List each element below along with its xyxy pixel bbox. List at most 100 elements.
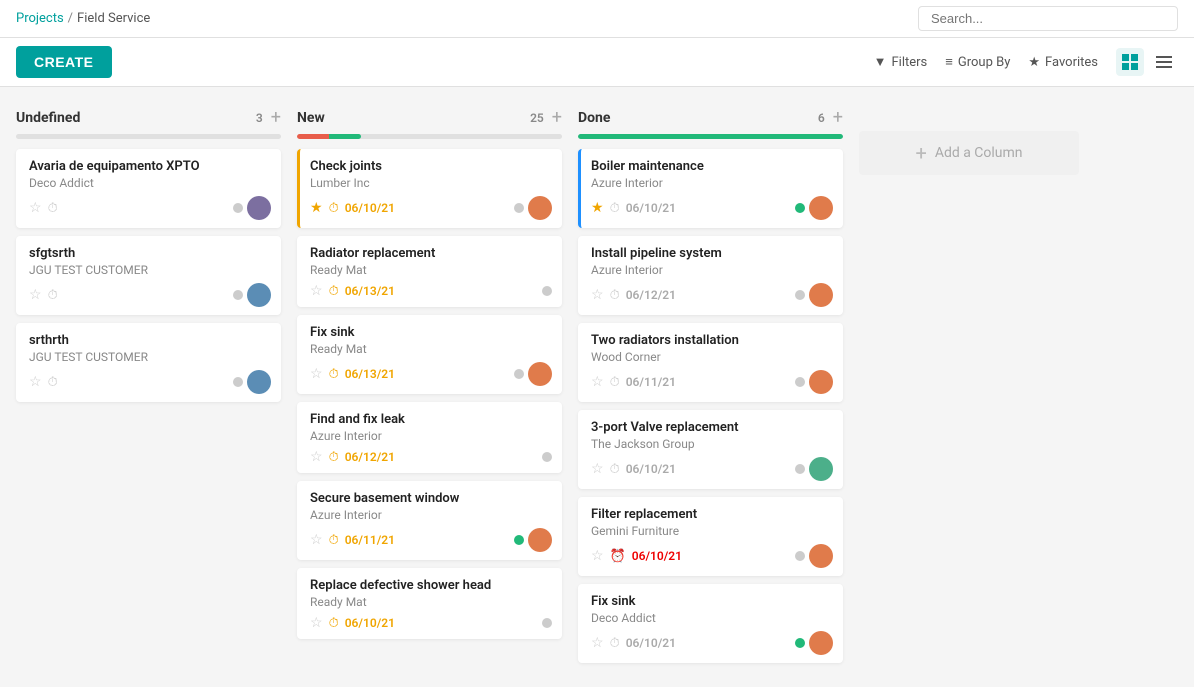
column-header-done: Done 6 + xyxy=(578,103,843,134)
star-toggle[interactable]: ☆ xyxy=(591,635,604,651)
column-count-undefined: 3 xyxy=(256,111,263,125)
favorites-label: Favorites xyxy=(1045,55,1098,70)
star-toggle[interactable]: ☆ xyxy=(29,374,42,390)
star-toggle[interactable]: ☆ xyxy=(591,287,604,303)
avatar xyxy=(528,196,552,220)
card[interactable]: srthrth JGU TEST CUSTOMER ☆ ⏱ xyxy=(16,323,281,402)
add-column-label: Add a Column xyxy=(935,145,1023,161)
card[interactable]: Replace defective shower head Ready Mat … xyxy=(297,568,562,639)
card-title: Secure basement window xyxy=(310,491,552,506)
breadcrumb-separator: / xyxy=(68,11,73,26)
column-add-new[interactable]: + xyxy=(552,107,562,128)
column-add-undefined[interactable]: + xyxy=(271,107,281,128)
clock-icon: ⏱ xyxy=(610,375,620,390)
card-title: Install pipeline system xyxy=(591,246,833,261)
card[interactable]: Fix sink Deco Addict ☆ ⏱ 06/10/21 xyxy=(578,584,843,663)
star-toggle[interactable]: ☆ xyxy=(29,200,42,216)
star-toggle[interactable]: ★ xyxy=(310,200,323,216)
card-date: 06/10/21 xyxy=(626,201,676,215)
clock-icon: ⏱ xyxy=(329,450,339,465)
clock-icon: ⏱ xyxy=(610,201,620,216)
card-subtitle: Wood Corner xyxy=(591,350,833,364)
clock-icon: ⏱ xyxy=(329,201,339,216)
card-subtitle: Azure Interior xyxy=(591,176,833,190)
filters-action[interactable]: ▼ Filters xyxy=(874,54,928,70)
card-subtitle: Azure Interior xyxy=(591,263,833,277)
card[interactable]: Two radiators installation Wood Corner ☆… xyxy=(578,323,843,402)
search-input[interactable] xyxy=(918,6,1178,31)
status-dot xyxy=(514,535,524,545)
groupby-label: Group By xyxy=(958,55,1011,70)
card[interactable]: Secure basement window Azure Interior ☆ … xyxy=(297,481,562,560)
star-toggle[interactable]: ☆ xyxy=(591,548,604,564)
avatar xyxy=(809,457,833,481)
star-toggle[interactable]: ★ xyxy=(591,200,604,216)
clock-icon: ⏱ xyxy=(610,462,620,477)
clock-icon: ⏱ xyxy=(48,375,58,390)
add-column-button[interactable]: +Add a Column xyxy=(859,131,1079,175)
card-subtitle: Deco Addict xyxy=(29,176,271,190)
toolbar-right: ▼ Filters ≡ Group By ★ Favorites xyxy=(874,48,1178,76)
card[interactable]: Check joints Lumber Inc ★ ⏱ 06/10/21 xyxy=(297,149,562,228)
star-toggle[interactable]: ☆ xyxy=(310,449,323,465)
star-toggle[interactable]: ☆ xyxy=(591,461,604,477)
column-title-new: New xyxy=(297,110,325,126)
column-title-done: Done xyxy=(578,110,610,126)
card[interactable]: Radiator replacement Ready Mat ☆ ⏱ 06/13… xyxy=(297,236,562,307)
status-dot xyxy=(542,286,552,296)
card-date: 06/11/21 xyxy=(626,375,676,389)
card-subtitle: Gemini Furniture xyxy=(591,524,833,538)
list-view-icon[interactable] xyxy=(1150,48,1178,76)
card[interactable]: Avaria de equipamento XPTO Deco Addict ☆… xyxy=(16,149,281,228)
card-title: Boiler maintenance xyxy=(591,159,833,174)
avatar xyxy=(809,283,833,307)
breadcrumb-projects[interactable]: Projects xyxy=(16,11,64,26)
card[interactable]: sfgtsrth JGU TEST CUSTOMER ☆ ⏱ xyxy=(16,236,281,315)
card[interactable]: Fix sink Ready Mat ☆ ⏱ 06/13/21 xyxy=(297,315,562,394)
kanban-view-icon[interactable] xyxy=(1116,48,1144,76)
avatar xyxy=(528,528,552,552)
card-subtitle: Azure Interior xyxy=(310,508,552,522)
clock-icon: ⏱ xyxy=(48,201,58,216)
create-button[interactable]: CREATE xyxy=(16,46,112,78)
card-date: 06/12/21 xyxy=(345,450,395,464)
star-toggle[interactable]: ☆ xyxy=(310,283,323,299)
card-date: 06/10/21 xyxy=(345,201,395,215)
card-subtitle: Azure Interior xyxy=(310,429,552,443)
clock-icon: ⏱ xyxy=(329,284,339,299)
card-title: Find and fix leak xyxy=(310,412,552,427)
star-toggle[interactable]: ☆ xyxy=(591,374,604,390)
card-title: 3-port Valve replacement xyxy=(591,420,833,435)
card[interactable]: Install pipeline system Azure Interior ☆… xyxy=(578,236,843,315)
star-toggle[interactable]: ☆ xyxy=(29,287,42,303)
breadcrumb-current: Field Service xyxy=(77,11,150,26)
star-toggle[interactable]: ☆ xyxy=(310,532,323,548)
toolbar: CREATE ▼ Filters ≡ Group By ★ Favorites xyxy=(0,38,1194,87)
card-date: 06/10/21 xyxy=(345,616,395,630)
card[interactable]: Filter replacement Gemini Furniture ☆ ⏰ … xyxy=(578,497,843,576)
status-dot xyxy=(233,377,243,387)
card-subtitle: Deco Addict xyxy=(591,611,833,625)
card-title: Fix sink xyxy=(310,325,552,340)
status-dot xyxy=(795,377,805,387)
groupby-action[interactable]: ≡ Group By xyxy=(945,54,1010,70)
card-title: Fix sink xyxy=(591,594,833,609)
card-subtitle: JGU TEST CUSTOMER xyxy=(29,350,271,364)
card-subtitle: The Jackson Group xyxy=(591,437,833,451)
progress-bar-undefined xyxy=(16,134,281,139)
column-done: Done 6 + Boiler maintenance Azure Interi… xyxy=(578,103,843,671)
avatar xyxy=(809,196,833,220)
card-subtitle: Ready Mat xyxy=(310,342,552,356)
card[interactable]: Boiler maintenance Azure Interior ★ ⏱ 06… xyxy=(578,149,843,228)
status-dot xyxy=(514,203,524,213)
column-count-new: 25 xyxy=(530,111,544,125)
star-toggle[interactable]: ☆ xyxy=(310,615,323,631)
card[interactable]: Find and fix leak Azure Interior ☆ ⏱ 06/… xyxy=(297,402,562,473)
column-add-done[interactable]: + xyxy=(833,107,843,128)
star-toggle[interactable]: ☆ xyxy=(310,366,323,382)
favorites-action[interactable]: ★ Favorites xyxy=(1028,55,1098,70)
card[interactable]: 3-port Valve replacement The Jackson Gro… xyxy=(578,410,843,489)
card-title: Filter replacement xyxy=(591,507,833,522)
clock-icon: ⏱ xyxy=(610,636,620,651)
status-dot xyxy=(795,290,805,300)
